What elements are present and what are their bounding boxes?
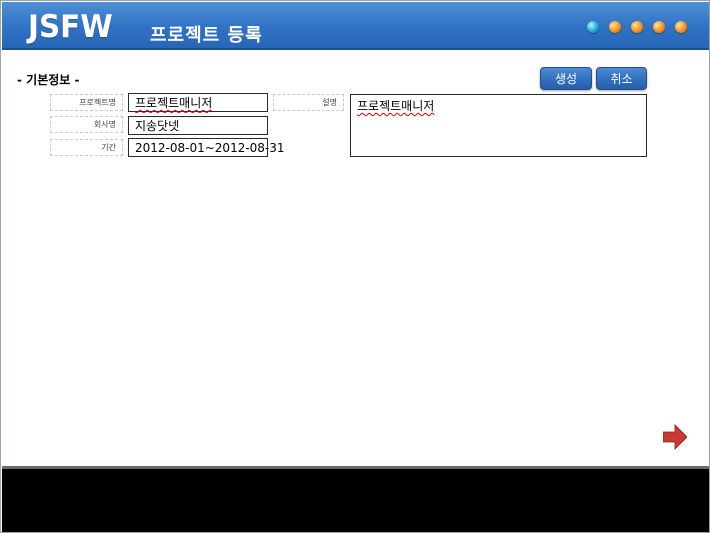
app-window: JSFW 프로젝트 등록 - 기본정보 - 생성 취소 프로젝트명 프로젝트매니… bbox=[0, 0, 710, 533]
description-label: 설명 bbox=[273, 94, 344, 111]
dot-icon bbox=[675, 21, 687, 33]
company-name-label: 회사명 bbox=[50, 116, 123, 133]
company-name-value: 지송닷넷 bbox=[135, 119, 180, 133]
dot-icon bbox=[609, 21, 621, 33]
project-name-value: 프로젝트매니저 bbox=[135, 96, 213, 110]
footer-bar bbox=[2, 466, 709, 532]
period-input[interactable]: 2012-08-01~2012-08-31 bbox=[128, 138, 285, 157]
dot-icon bbox=[631, 21, 643, 33]
company-name-input[interactable]: 지송닷넷 bbox=[128, 116, 268, 135]
cancel-button[interactable]: 취소 bbox=[596, 67, 647, 90]
create-button[interactable]: 생성 bbox=[540, 67, 592, 90]
description-textarea[interactable]: 프로젝트매니저 bbox=[350, 94, 647, 157]
project-name-label: 프로젝트명 bbox=[50, 94, 123, 111]
dot-icon bbox=[587, 21, 599, 33]
right-arrow-icon[interactable] bbox=[663, 424, 687, 450]
period-label: 기간 bbox=[50, 139, 123, 156]
logo: JSFW bbox=[28, 9, 113, 45]
section-label: - 기본정보 - bbox=[17, 73, 80, 87]
project-name-input[interactable]: 프로젝트매니저 bbox=[128, 93, 268, 112]
page-title: 프로젝트 등록 bbox=[150, 25, 263, 46]
description-value: 프로젝트매니저 bbox=[357, 99, 435, 113]
header-bar: JSFW 프로젝트 등록 bbox=[2, 2, 709, 50]
period-value: 2012-08-01~2012-08-31 bbox=[135, 140, 285, 155]
dot-icon bbox=[653, 21, 665, 33]
header-dots bbox=[587, 21, 687, 33]
